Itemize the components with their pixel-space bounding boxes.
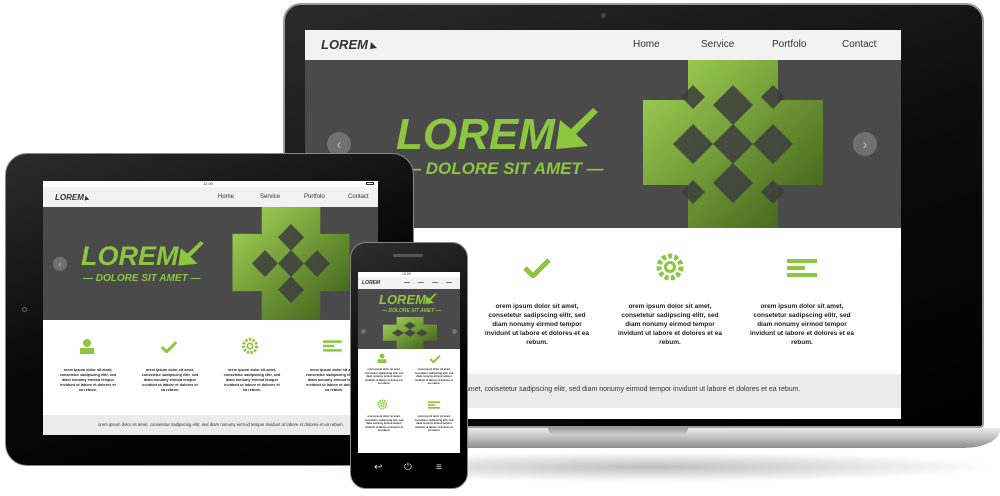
phone-feature-text-1: orem ipsum dolor sit amet, consetetur sa… (364, 368, 404, 385)
feature-text-2: orem ipsum dolor sit amet, consetetur sa… (617, 303, 723, 346)
phone-hero: LOREM — DOLORE SIT AMET — (358, 289, 460, 349)
phone-hero-next-button[interactable] (452, 329, 457, 334)
nav-home[interactable]: Home (633, 39, 660, 50)
tablet-hero-title: LOREM (81, 241, 179, 271)
phone-logo[interactable]: LOREM (362, 280, 380, 286)
nav-portfolio[interactable]: Portfolo (772, 39, 806, 50)
hero-pattern-graphic (643, 60, 823, 228)
tablet-logo[interactable]: LOREM (55, 193, 84, 202)
phone-nav-portfolio[interactable] (432, 282, 438, 283)
phone-clock: 12:00 (402, 272, 411, 276)
phone-back-icon[interactable]: ↩ (374, 462, 382, 473)
check-icon (523, 258, 551, 278)
tablet-feature-text-2: orem ipsum dolor sit amet, consetetur sa… (141, 368, 199, 392)
tablet-gear-icon (241, 337, 259, 355)
hero-title: LOREM (396, 110, 555, 159)
tablet-navbar: LOREM Home Service Portfolo Contact (43, 187, 378, 207)
phone-check-icon (429, 355, 441, 363)
tablet-nav-contact[interactable]: Contact (348, 194, 369, 200)
phone-hero-prev-button[interactable] (361, 329, 366, 334)
tablet-menu-lines-icon (323, 340, 342, 352)
tablet-check-icon (160, 341, 178, 353)
hero-arrow-icon (556, 108, 598, 149)
phone-feature-text-2: orem ipsum dolor sit amet, consetetur sa… (414, 368, 454, 385)
phone-feature-text-3: orem ipsum dolor sit amet, consetetur sa… (364, 415, 404, 432)
tablet-hero-subtitle: — DOLORE SIT AMET — (83, 273, 201, 284)
laptop-camera (601, 13, 606, 18)
tablet-hero-prev-button[interactable]: ‹ (53, 257, 67, 271)
phone-hero-title: LOREM (379, 292, 426, 307)
phone-feature-text-4: orem ipsum dolor sit amet, consetetur sa… (414, 415, 454, 432)
tablet-clock: 12:00 (203, 181, 214, 186)
phone-navbar: LOREM (358, 277, 460, 289)
phone-hero-arrow-icon (425, 293, 437, 304)
phone-hero-pattern-graphic (383, 317, 437, 349)
tablet-screen: 12:00 LOREM Home Service Portfolo Contac… (43, 181, 378, 435)
hero-subtitle: — DOLORE SIT AMET — (404, 159, 604, 178)
phone-screen: 12:00 LOREM LOREM — DOLORE SIT AMET — or… (358, 272, 460, 453)
feature-text-1: orem ipsum dolor sit amet, consetetur sa… (484, 303, 590, 346)
feature-text-3: orem ipsum dolor sit amet, consetetur sa… (749, 303, 855, 346)
nav-contact[interactable]: Contact (842, 39, 876, 50)
laptop-footer-text: amet, consetetur sadipscing elitr, sed d… (465, 386, 801, 393)
phone-nav-home[interactable] (404, 282, 410, 283)
nav-service[interactable]: Service (701, 39, 734, 50)
phone-nav-service[interactable] (418, 282, 424, 283)
tablet-nav-service[interactable]: Service (260, 194, 280, 200)
hero-next-button[interactable]: › (853, 132, 877, 156)
phone-user-icon (377, 353, 387, 363)
tablet-feature-text-3: orem ipsum dolor sit amet, consetetur sa… (223, 368, 281, 392)
tablet-camera (22, 307, 27, 312)
laptop-notch (548, 428, 688, 435)
logo-arrow-icon (370, 39, 380, 49)
tablet-hero: ‹ LOREM — DOLORE SIT AMET — (43, 207, 378, 320)
tablet-hero-arrow-icon (178, 241, 204, 266)
laptop-navbar: LOREM Home Service Portfolo Contact (305, 30, 901, 60)
phone-hero-subtitle: — DOLORE SIT AMET — (382, 308, 441, 314)
tablet-logo-arrow-icon (84, 193, 92, 201)
tablet-user-icon (80, 339, 94, 354)
gear-icon (656, 253, 684, 281)
tablet-battery-icon (366, 182, 374, 185)
tablet-nav-portfolio[interactable]: Portfolo (304, 194, 325, 200)
phone-gear-icon (377, 399, 388, 410)
tablet-hero-pattern-graphic (232, 207, 350, 320)
phone-nav-contact[interactable] (446, 282, 452, 283)
phone-menu-icon[interactable]: ≡ (436, 462, 442, 473)
tablet-footer: orem ipsum dolor sit amet, consetetur sa… (43, 415, 378, 435)
phone-menu-lines-icon (428, 401, 441, 409)
laptop-logo[interactable]: LOREM (321, 37, 368, 52)
phone-speaker (393, 254, 423, 257)
phone-power-icon[interactable]: ⏻ (404, 462, 412, 473)
menu-lines-icon (787, 259, 817, 277)
tablet-footer-text: orem ipsum dolor sit amet, consetetur sa… (98, 422, 344, 427)
tablet-nav-home[interactable]: Home (218, 194, 234, 200)
tablet-feature-text-1: orem ipsum dolor sit amet, consetetur sa… (59, 368, 117, 392)
